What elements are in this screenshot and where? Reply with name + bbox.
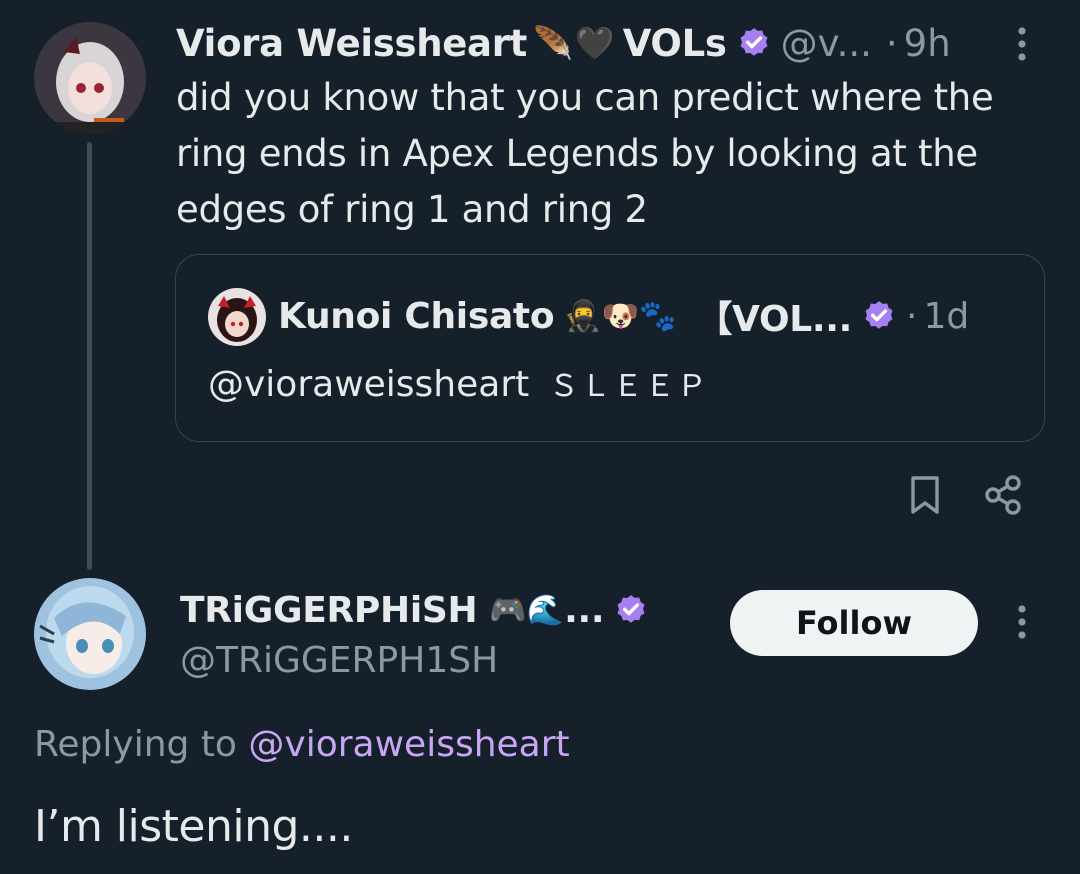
reply-author-name[interactable]: TRiGGERPHiSH <box>180 590 478 631</box>
quoted-author-name-suffix: 【VOL... <box>696 299 853 340</box>
author-avatar[interactable] <box>34 22 146 134</box>
more-vertical-icon[interactable] <box>1014 26 1030 62</box>
quoted-name-emojis: 🥷🐶🐾 <box>564 298 677 334</box>
replying-to-label: Replying to <box>34 724 237 765</box>
reply-text: I’m listening.... <box>34 801 353 852</box>
quoted-author-avatar[interactable] <box>208 288 266 346</box>
author-handle[interactable]: @v... <box>781 22 872 65</box>
tweet-text: did you know that you can predict where … <box>176 76 994 231</box>
tweet-header: Viora Weissheart 🪶 🖤 VOLs @v... · 9h <box>176 18 951 68</box>
quoted-tweet-header: Kunoi Chisato 🥷🐶🐾 【VOL... · 1d <box>278 290 969 342</box>
share-icon[interactable] <box>983 474 1025 516</box>
verified-badge-icon <box>740 28 768 56</box>
replying-to-line: Replying to @vioraweissheart <box>34 720 570 770</box>
replying-to-mention[interactable]: @vioraweissheart <box>248 724 569 765</box>
quoted-tweet-text: @vioraweissheart ＳＬＥＥＰ <box>208 360 709 412</box>
quoted-author-name[interactable]: Kunoi Chisato <box>278 296 555 337</box>
name-emoji-feather: 🪶 <box>533 24 573 62</box>
reply-name-emojis: 🎮🌊 <box>489 592 565 628</box>
thread-line <box>87 142 92 570</box>
reply-author-handle[interactable]: @TRiGGERPH1SH <box>180 636 498 686</box>
author-name-suffix: VOLs <box>622 21 727 65</box>
reply-author-avatar[interactable] <box>34 578 146 690</box>
quoted-sleep-text: ＳＬＥＥＰ <box>548 369 709 404</box>
bookmark-icon[interactable] <box>905 474 945 516</box>
more-vertical-icon[interactable] <box>1014 604 1030 640</box>
author-name[interactable]: Viora Weissheart <box>176 22 527 65</box>
follow-button[interactable]: Follow <box>730 590 978 656</box>
verified-badge-icon <box>617 595 645 623</box>
verified-badge-icon <box>865 301 893 329</box>
name-emoji-heart: 🖤 <box>574 24 615 62</box>
quoted-tweet-time[interactable]: 1d <box>924 296 970 337</box>
separator-dot: · <box>906 295 918 337</box>
quoted-mention[interactable]: @vioraweissheart <box>208 364 529 405</box>
reply-author-header: TRiGGERPHiSH 🎮🌊 ... <box>180 584 648 636</box>
tweet-time[interactable]: 9h <box>904 22 951 65</box>
reply-name-ellipsis: ... <box>564 589 605 631</box>
quoted-tweet-card[interactable] <box>175 254 1045 442</box>
separator-dot: · <box>885 21 898 65</box>
